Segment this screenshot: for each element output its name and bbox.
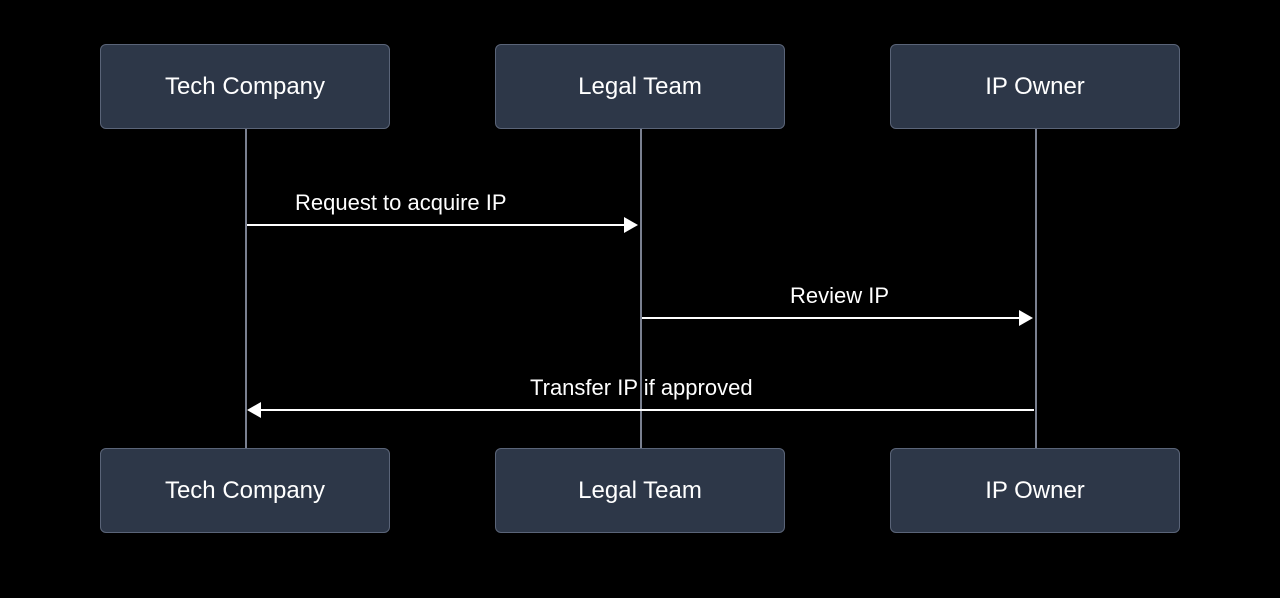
actor-label: Legal Team — [578, 73, 702, 101]
lifeline-tech-company — [245, 128, 247, 448]
actor-tech-company-bottom: Tech Company — [100, 448, 390, 533]
message-label-3: Transfer IP if approved — [530, 375, 753, 401]
message-arrow-2 — [642, 317, 1020, 319]
actor-label: Tech Company — [165, 477, 325, 505]
actor-label: IP Owner — [985, 73, 1085, 101]
actor-ip-owner-bottom: IP Owner — [890, 448, 1180, 533]
message-arrow-3 — [260, 409, 1034, 411]
message-label-2: Review IP — [790, 283, 889, 309]
actor-ip-owner-top: IP Owner — [890, 44, 1180, 129]
arrow-head-1 — [624, 217, 638, 233]
message-label-1: Request to acquire IP — [295, 190, 507, 216]
actor-label: Tech Company — [165, 73, 325, 101]
arrow-head-3 — [247, 402, 261, 418]
actor-label: Legal Team — [578, 477, 702, 505]
actor-tech-company-top: Tech Company — [100, 44, 390, 129]
lifeline-ip-owner — [1035, 128, 1037, 448]
actor-legal-team-top: Legal Team — [495, 44, 785, 129]
actor-legal-team-bottom: Legal Team — [495, 448, 785, 533]
arrow-head-2 — [1019, 310, 1033, 326]
message-arrow-1 — [247, 224, 625, 226]
actor-label: IP Owner — [985, 477, 1085, 505]
